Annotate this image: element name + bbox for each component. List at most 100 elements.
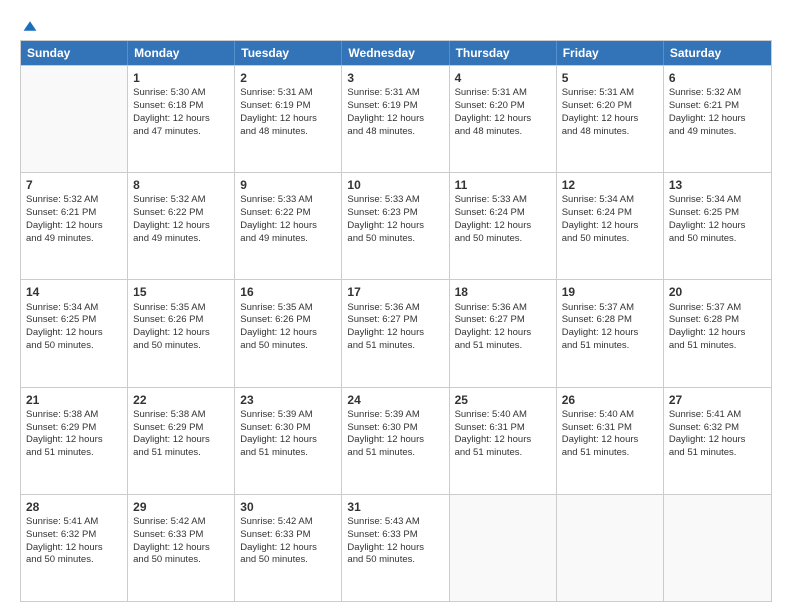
cell-line: Sunset: 6:20 PM (562, 100, 658, 113)
calendar-week-row: 28Sunrise: 5:41 AMSunset: 6:32 PMDayligh… (21, 494, 771, 601)
cell-line: Sunset: 6:26 PM (133, 314, 229, 327)
calendar-cell: 15Sunrise: 5:35 AMSunset: 6:26 PMDayligh… (128, 280, 235, 386)
cell-line: Sunset: 6:33 PM (133, 529, 229, 542)
cell-line: and 48 minutes. (240, 126, 336, 139)
calendar-header-cell: Sunday (21, 41, 128, 65)
day-number: 23 (240, 392, 336, 408)
cell-line: and 50 minutes. (347, 554, 443, 567)
calendar-header-cell: Thursday (450, 41, 557, 65)
cell-line: Sunrise: 5:31 AM (240, 87, 336, 100)
cell-line: Daylight: 12 hours (347, 542, 443, 555)
day-number: 20 (669, 284, 766, 300)
cell-line: and 50 minutes. (669, 233, 766, 246)
calendar-cell: 18Sunrise: 5:36 AMSunset: 6:27 PMDayligh… (450, 280, 557, 386)
cell-line: and 49 minutes. (26, 233, 122, 246)
cell-line: and 51 minutes. (26, 447, 122, 460)
calendar-cell: 13Sunrise: 5:34 AMSunset: 6:25 PMDayligh… (664, 173, 771, 279)
cell-line: Daylight: 12 hours (26, 220, 122, 233)
calendar-header-cell: Wednesday (342, 41, 449, 65)
cell-line: Sunrise: 5:33 AM (455, 194, 551, 207)
calendar-cell: 8Sunrise: 5:32 AMSunset: 6:22 PMDaylight… (128, 173, 235, 279)
cell-line: Daylight: 12 hours (669, 113, 766, 126)
calendar-cell: 7Sunrise: 5:32 AMSunset: 6:21 PMDaylight… (21, 173, 128, 279)
page: SundayMondayTuesdayWednesdayThursdayFrid… (0, 0, 792, 612)
cell-line: Daylight: 12 hours (240, 220, 336, 233)
cell-line: Sunset: 6:24 PM (562, 207, 658, 220)
cell-line: Daylight: 12 hours (133, 434, 229, 447)
cell-line: Sunset: 6:28 PM (669, 314, 766, 327)
cell-line: and 50 minutes. (562, 233, 658, 246)
cell-line: and 50 minutes. (240, 554, 336, 567)
cell-line: Daylight: 12 hours (240, 327, 336, 340)
cell-line: Daylight: 12 hours (455, 434, 551, 447)
cell-line: Daylight: 12 hours (562, 434, 658, 447)
cell-line: Daylight: 12 hours (562, 327, 658, 340)
cell-line: Sunrise: 5:31 AM (347, 87, 443, 100)
cell-line: Sunrise: 5:39 AM (347, 409, 443, 422)
cell-line: Daylight: 12 hours (669, 220, 766, 233)
cell-line: Sunrise: 5:39 AM (240, 409, 336, 422)
day-number: 17 (347, 284, 443, 300)
cell-line: Sunset: 6:25 PM (26, 314, 122, 327)
cell-line: Sunset: 6:33 PM (347, 529, 443, 542)
cell-line: Daylight: 12 hours (133, 542, 229, 555)
cell-line: Daylight: 12 hours (562, 113, 658, 126)
calendar-cell: 31Sunrise: 5:43 AMSunset: 6:33 PMDayligh… (342, 495, 449, 601)
day-number: 4 (455, 70, 551, 86)
cell-line: and 48 minutes. (347, 126, 443, 139)
calendar-cell: 16Sunrise: 5:35 AMSunset: 6:26 PMDayligh… (235, 280, 342, 386)
cell-line: Daylight: 12 hours (240, 113, 336, 126)
cell-line: Sunset: 6:31 PM (455, 422, 551, 435)
cell-line: Sunrise: 5:41 AM (669, 409, 766, 422)
cell-line: and 51 minutes. (562, 447, 658, 460)
day-number: 16 (240, 284, 336, 300)
logo-icon (22, 18, 38, 34)
cell-line: Sunrise: 5:35 AM (133, 302, 229, 315)
cell-line: Sunset: 6:21 PM (26, 207, 122, 220)
calendar-header-cell: Monday (128, 41, 235, 65)
cell-line: Sunrise: 5:31 AM (562, 87, 658, 100)
day-number: 9 (240, 177, 336, 193)
cell-line: Sunset: 6:29 PM (133, 422, 229, 435)
day-number: 22 (133, 392, 229, 408)
cell-line: Sunrise: 5:40 AM (455, 409, 551, 422)
cell-line: Sunset: 6:25 PM (669, 207, 766, 220)
day-number: 30 (240, 499, 336, 515)
calendar-cell: 20Sunrise: 5:37 AMSunset: 6:28 PMDayligh… (664, 280, 771, 386)
calendar-cell: 9Sunrise: 5:33 AMSunset: 6:22 PMDaylight… (235, 173, 342, 279)
day-number: 12 (562, 177, 658, 193)
cell-line: Sunrise: 5:41 AM (26, 516, 122, 529)
cell-line: and 51 minutes. (562, 340, 658, 353)
day-number: 8 (133, 177, 229, 193)
cell-line: and 51 minutes. (133, 447, 229, 460)
cell-line: Sunset: 6:19 PM (347, 100, 443, 113)
day-number: 24 (347, 392, 443, 408)
cell-line: Sunrise: 5:37 AM (562, 302, 658, 315)
cell-line: Sunrise: 5:35 AM (240, 302, 336, 315)
day-number: 7 (26, 177, 122, 193)
calendar-cell: 28Sunrise: 5:41 AMSunset: 6:32 PMDayligh… (21, 495, 128, 601)
calendar-week-row: 7Sunrise: 5:32 AMSunset: 6:21 PMDaylight… (21, 172, 771, 279)
cell-line: and 48 minutes. (562, 126, 658, 139)
cell-line: Daylight: 12 hours (669, 434, 766, 447)
cell-line: Sunrise: 5:43 AM (347, 516, 443, 529)
cell-line: Daylight: 12 hours (562, 220, 658, 233)
cell-line: Sunset: 6:32 PM (669, 422, 766, 435)
calendar-cell: 12Sunrise: 5:34 AMSunset: 6:24 PMDayligh… (557, 173, 664, 279)
cell-line: and 51 minutes. (347, 447, 443, 460)
cell-line: Daylight: 12 hours (26, 434, 122, 447)
cell-line: Sunset: 6:18 PM (133, 100, 229, 113)
calendar-cell: 6Sunrise: 5:32 AMSunset: 6:21 PMDaylight… (664, 66, 771, 172)
day-number: 14 (26, 284, 122, 300)
calendar-cell: 17Sunrise: 5:36 AMSunset: 6:27 PMDayligh… (342, 280, 449, 386)
day-number: 19 (562, 284, 658, 300)
cell-line: Sunrise: 5:33 AM (347, 194, 443, 207)
cell-line: Sunrise: 5:34 AM (562, 194, 658, 207)
cell-line: Sunrise: 5:42 AM (240, 516, 336, 529)
cell-line: and 51 minutes. (455, 447, 551, 460)
cell-line: Sunset: 6:21 PM (669, 100, 766, 113)
cell-line: Daylight: 12 hours (669, 327, 766, 340)
cell-line: Sunset: 6:23 PM (347, 207, 443, 220)
cell-line: Daylight: 12 hours (455, 327, 551, 340)
calendar-cell: 27Sunrise: 5:41 AMSunset: 6:32 PMDayligh… (664, 388, 771, 494)
